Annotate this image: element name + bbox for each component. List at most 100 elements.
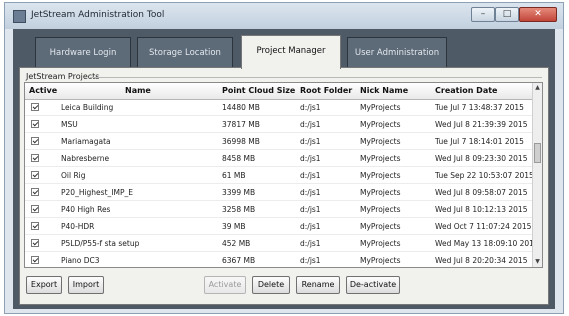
active-checkbox[interactable] — [31, 188, 39, 196]
cell-creation-date: Wed Jul 8 09:58:07 2015 — [435, 188, 528, 197]
main-frame: Hardware Login Storage Location Project … — [13, 29, 555, 309]
table-row[interactable]: MSU 37817 MB d:/js1 MyProjects Wed Jul 8 21:… — [25, 116, 533, 133]
cell-root-folder: d:/js1 — [300, 137, 321, 146]
active-checkbox[interactable] — [31, 171, 39, 179]
cell-root-folder: d:/js1 — [300, 222, 321, 231]
cell-size: 39 MB — [222, 222, 246, 231]
table-row[interactable]: P20_Highest_IMP_E 3399 MB d:/js1 MyProjects… — [25, 184, 533, 201]
tab-project-manager[interactable]: Project Manager — [241, 35, 341, 69]
cell-root-folder: d:/js1 — [300, 205, 321, 214]
cell-size: 14480 MB — [222, 103, 260, 112]
table-row[interactable]: Leica Building 14480 MB d:/js1 MyProjects Tu… — [25, 99, 533, 116]
cell-root-folder: d:/js1 — [300, 171, 321, 180]
cell-root-folder: d:/js1 — [300, 239, 321, 248]
close-button[interactable]: ✕ — [519, 7, 557, 22]
cell-size: 37817 MB — [222, 120, 260, 129]
cell-nick-name: MyProjects — [360, 171, 401, 180]
deactivate-button[interactable]: De-activate — [346, 276, 400, 294]
cell-size: 3258 MB — [222, 205, 256, 214]
column-header-size[interactable]: Point Cloud Size — [222, 86, 295, 95]
cell-name: Nabresberne — [61, 154, 110, 163]
tab-hardware-login[interactable]: Hardware Login — [35, 37, 131, 67]
active-checkbox[interactable] — [31, 222, 39, 230]
cell-name: P40-HDR — [61, 222, 95, 231]
cell-size: 61 MB — [222, 171, 246, 180]
app-window: JetStream Administration Tool – □ ✕ Hard… — [4, 2, 564, 314]
column-header-nick-name[interactable]: Nick Name — [360, 86, 408, 95]
active-checkbox[interactable] — [31, 103, 39, 111]
delete-button[interactable]: Delete — [252, 276, 290, 294]
cell-nick-name: MyProjects — [360, 120, 401, 129]
table-header: Active Name Point Cloud Size Root Folder… — [25, 83, 533, 100]
active-checkbox[interactable] — [31, 239, 39, 247]
scroll-down-icon[interactable]: ▼ — [533, 257, 542, 267]
cell-creation-date: Tue Jul 7 13:48:37 2015 — [435, 103, 524, 112]
active-checkbox[interactable] — [31, 154, 39, 162]
maximize-button[interactable]: □ — [495, 7, 519, 22]
cell-name: Oil Rig — [61, 171, 86, 180]
column-header-active[interactable]: Active — [29, 86, 57, 95]
tab-storage-location[interactable]: Storage Location — [137, 37, 233, 67]
active-checkbox[interactable] — [31, 205, 39, 213]
cell-name: Piano DC3 — [61, 256, 100, 265]
cell-creation-date: Wed Oct 7 11:07:24 2015 — [435, 222, 532, 231]
table-row[interactable]: Nabresberne 8458 MB d:/js1 MyProjects Wed Ju… — [25, 150, 533, 167]
activate-button[interactable]: Activate — [204, 276, 246, 294]
cell-creation-date: Wed Jul 8 10:12:13 2015 — [435, 205, 528, 214]
table-row[interactable]: P40 High Res 3258 MB d:/js1 MyProjects Wed J… — [25, 201, 533, 218]
table-row[interactable]: P40-HDR 39 MB d:/js1 MyProjects Wed Oct 7 11… — [25, 218, 533, 235]
scroll-up-icon[interactable]: ▲ — [533, 83, 542, 93]
cell-creation-date: Wed May 13 18:09:10 2015 — [435, 239, 539, 248]
cell-name: P20_Highest_IMP_E — [61, 188, 133, 197]
table-row[interactable]: Oil Rig 61 MB d:/js1 MyProjects Tue Sep 22 1… — [25, 167, 534, 184]
cell-root-folder: d:/js1 — [300, 154, 321, 163]
table-row[interactable]: Piano DC3 6367 MB d:/js1 MyProjects Wed Jul … — [25, 252, 533, 267]
cell-name: MSU — [61, 120, 78, 129]
minimize-button[interactable]: – — [471, 7, 495, 22]
project-manager-panel: JetStream Projects Active Name Point Clo… — [19, 67, 549, 305]
cell-creation-date: Tue Sep 22 10:53:07 2015 — [435, 171, 534, 180]
table-row[interactable]: Mariamagata 36998 MB d:/js1 MyProjects Tue J… — [25, 133, 533, 150]
cell-size: 6367 MB — [222, 256, 256, 265]
cell-nick-name: MyProjects — [360, 103, 401, 112]
title-bar: JetStream Administration Tool – □ ✕ — [5, 3, 563, 29]
group-divider — [90, 77, 542, 78]
table-row[interactable]: P5LD/P55-f sta setup 452 MB d:/js1 MyProjec… — [25, 235, 539, 252]
cell-creation-date: Wed Jul 8 20:20:34 2015 — [435, 256, 528, 265]
cell-size: 8458 MB — [222, 154, 256, 163]
cell-creation-date: Tue Jul 7 18:14:01 2015 — [435, 137, 524, 146]
column-header-name[interactable]: Name — [125, 86, 151, 95]
cell-root-folder: d:/js1 — [300, 120, 321, 129]
vertical-scrollbar[interactable]: ▲ ▼ — [532, 83, 542, 267]
import-button[interactable]: Import — [68, 276, 104, 294]
app-icon — [13, 10, 26, 23]
cell-creation-date: Wed Jul 8 21:39:39 2015 — [435, 120, 528, 129]
active-checkbox[interactable] — [31, 256, 39, 264]
cell-root-folder: d:/js1 — [300, 103, 321, 112]
cell-root-folder: d:/js1 — [300, 188, 321, 197]
cell-nick-name: MyProjects — [360, 154, 401, 163]
cell-name: P5LD/P55-f sta setup — [61, 239, 140, 248]
projects-group-label: JetStream Projects — [26, 72, 100, 81]
cell-size: 36998 MB — [222, 137, 260, 146]
cell-name: Leica Building — [61, 103, 114, 112]
rename-button[interactable]: Rename — [296, 276, 340, 294]
cell-size: 452 MB — [222, 239, 251, 248]
cell-name: Mariamagata — [61, 137, 111, 146]
column-header-root-folder[interactable]: Root Folder — [300, 86, 352, 95]
cell-creation-date: Wed Jul 8 09:23:30 2015 — [435, 154, 528, 163]
cell-name: P40 High Res — [61, 205, 111, 214]
window-title: JetStream Administration Tool — [31, 10, 165, 20]
active-checkbox[interactable] — [31, 137, 39, 145]
active-checkbox[interactable] — [31, 120, 39, 128]
export-button[interactable]: Export — [26, 276, 62, 294]
cell-nick-name: MyProjects — [360, 137, 401, 146]
projects-table: Active Name Point Cloud Size Root Folder… — [24, 82, 543, 268]
cell-size: 3399 MB — [222, 188, 256, 197]
column-header-creation-date[interactable]: Creation Date — [435, 86, 497, 95]
cell-nick-name: MyProjects — [360, 205, 401, 214]
scrollbar-thumb[interactable] — [534, 143, 541, 163]
cell-nick-name: MyProjects — [360, 256, 401, 265]
tab-user-administration[interactable]: User Administration — [347, 37, 447, 67]
cell-nick-name: MyProjects — [360, 239, 401, 248]
